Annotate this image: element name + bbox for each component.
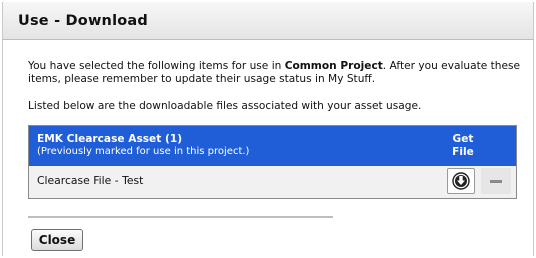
asset-table-header: EMK Clearcase Asset (1) (Previously mark… — [29, 126, 516, 166]
minus-icon — [490, 180, 502, 183]
use-download-dialog: Use - Download You have selected the fol… — [2, 2, 534, 256]
download-file-button[interactable] — [447, 168, 475, 194]
get-file-column-header: Get File — [445, 133, 481, 159]
intro-message: You have selected the following items fo… — [28, 60, 528, 86]
intro-text-part1: You have selected the following items fo… — [28, 60, 285, 72]
asset-note: (Previously marked for use in this proje… — [37, 146, 250, 157]
get-label: Get — [452, 133, 474, 145]
project-name: Common Project — [284, 60, 383, 72]
file-name: Clearcase File - Test — [37, 174, 144, 187]
table-row: Clearcase File - Test — [29, 166, 516, 198]
listed-files-message: Listed below are the downloadable files … — [28, 100, 422, 112]
divider — [28, 216, 333, 218]
asset-files-table: EMK Clearcase Asset (1) (Previously mark… — [28, 125, 517, 199]
dialog-title-bar: Use - Download — [3, 2, 533, 40]
download-arrow-icon — [452, 172, 470, 190]
file-label: File — [452, 146, 474, 158]
asset-name: EMK Clearcase Asset (1) — [37, 133, 183, 145]
dialog-title: Use - Download — [18, 13, 148, 29]
remove-file-button[interactable] — [481, 168, 511, 194]
close-button[interactable]: Close — [31, 229, 83, 251]
